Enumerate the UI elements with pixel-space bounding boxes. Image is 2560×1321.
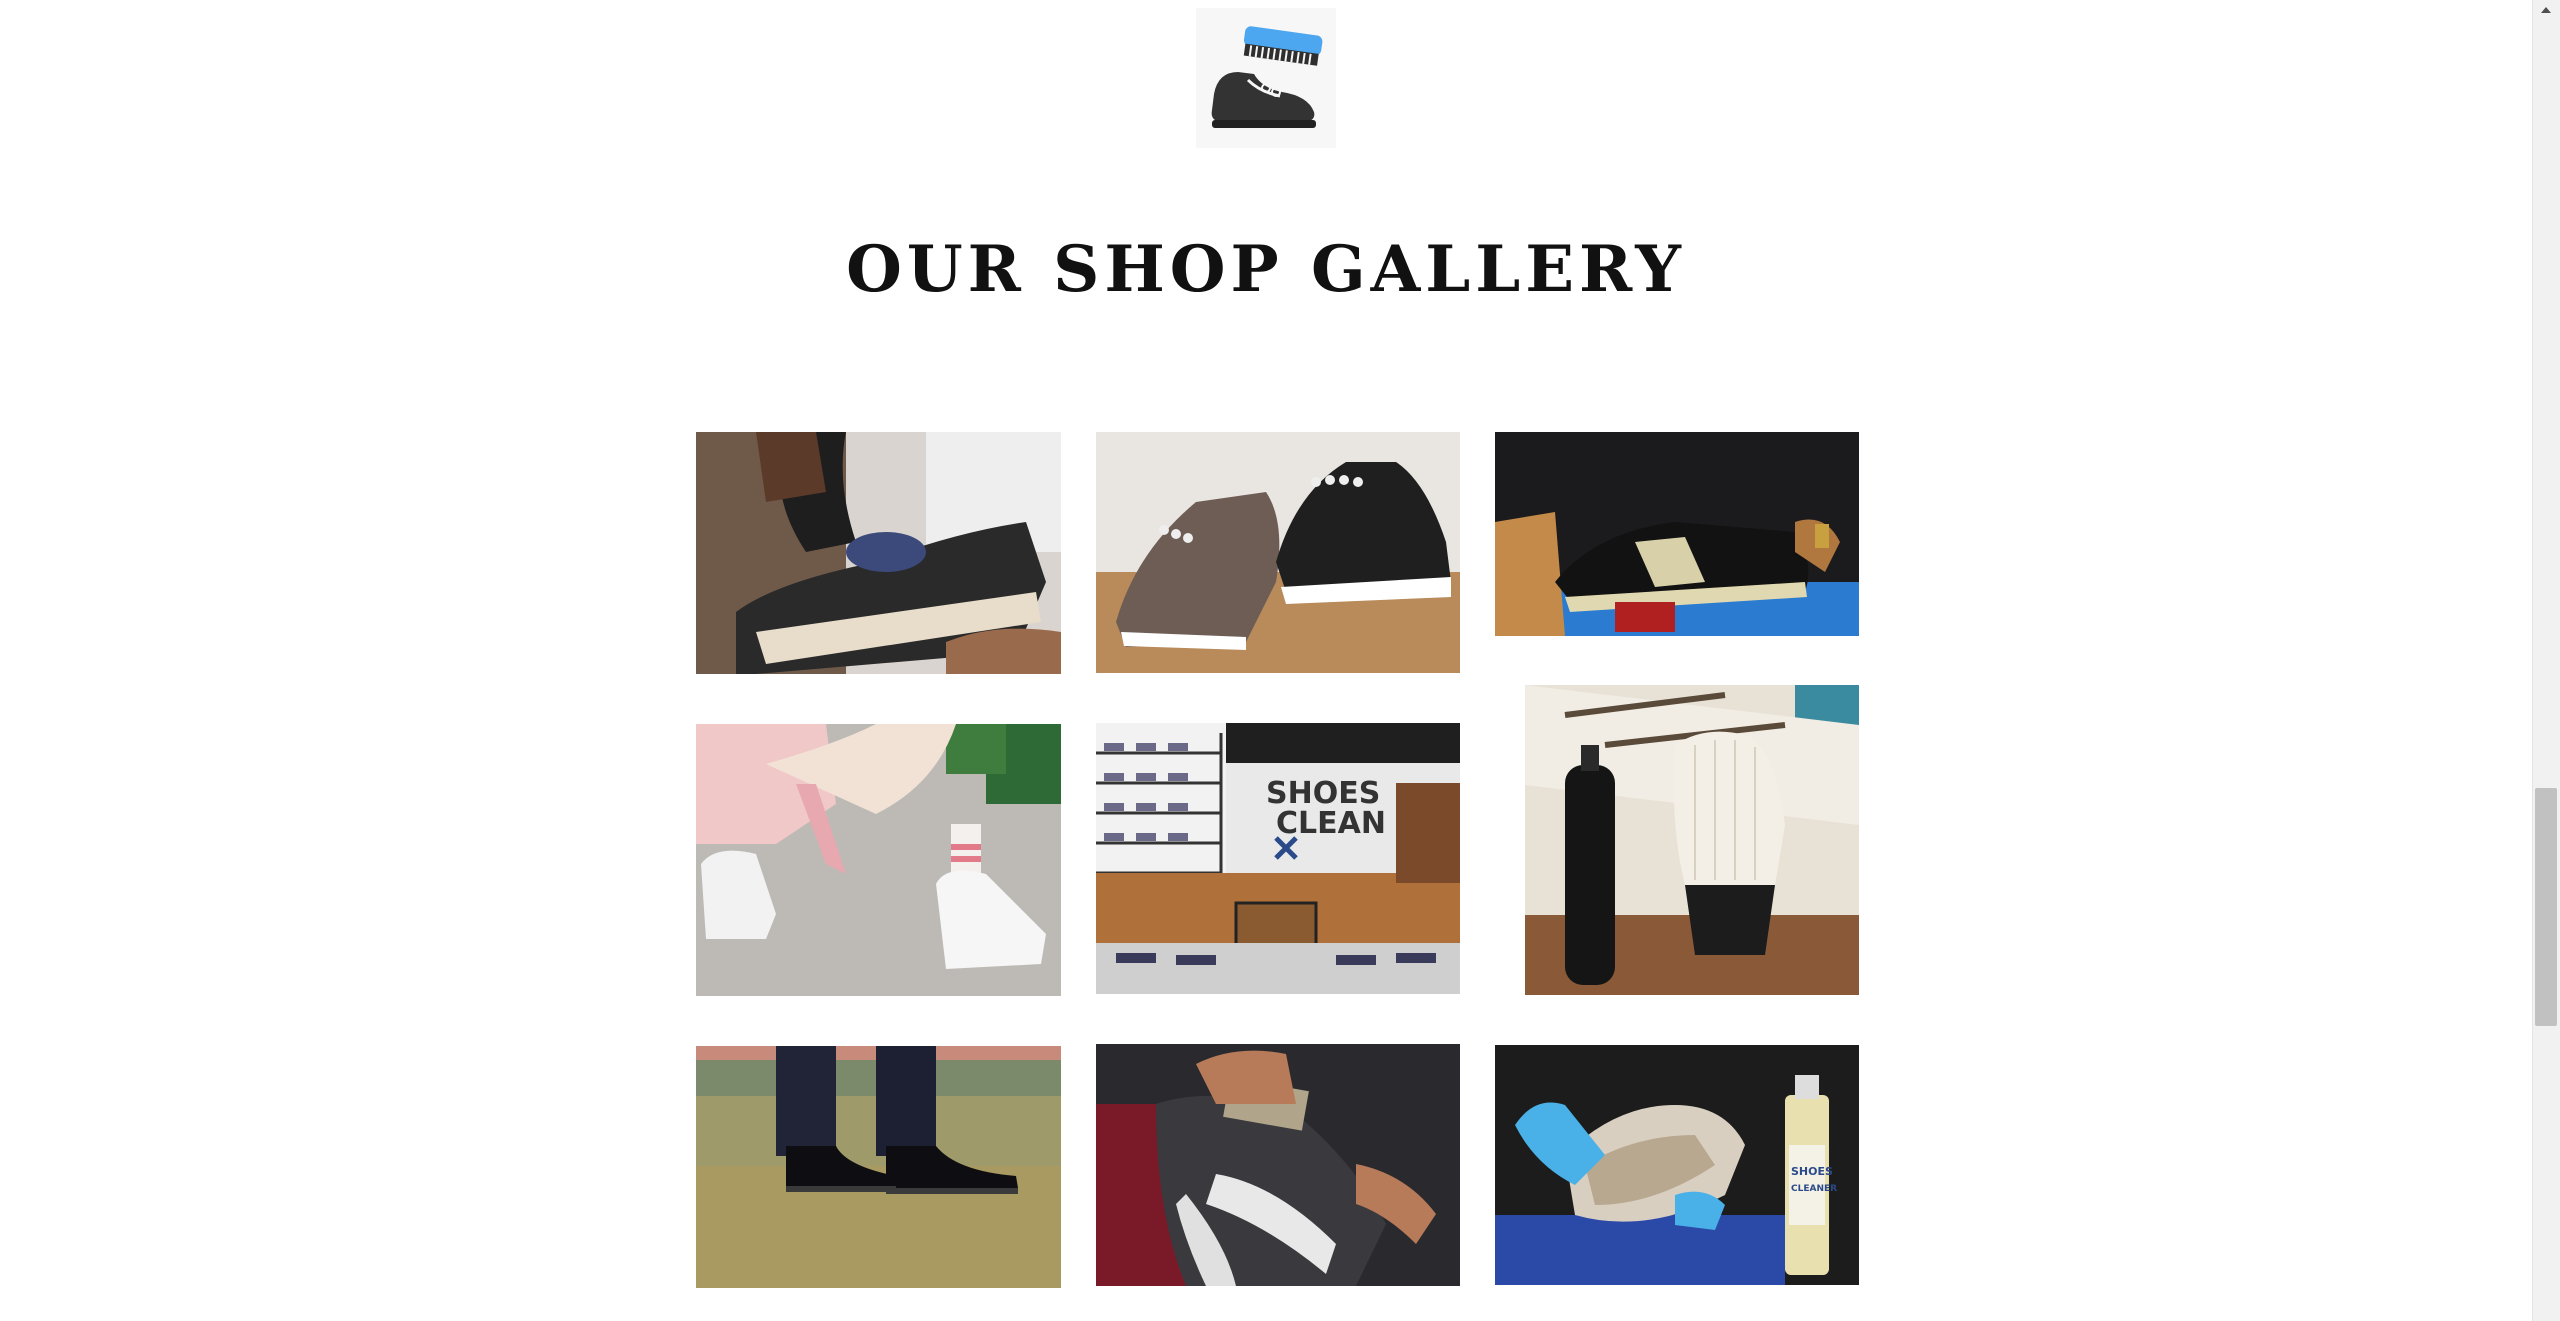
scrollbar-thumb[interactable] (2535, 788, 2557, 1026)
shoe-brush-logo-icon[interactable] (1196, 8, 1336, 148)
gallery-image-sole-cleaning-gloved-hands[interactable]: SHOES CLEANER (1495, 1045, 1859, 1285)
svg-text:CLEAN: CLEAN (1276, 806, 1386, 841)
gallery-image-brushing-running-shoe[interactable] (1096, 1044, 1460, 1286)
svg-text:CLEANER: CLEANER (1791, 1184, 1837, 1194)
gallery-image-brown-and-black-slip-ons[interactable] (1096, 432, 1460, 673)
gallery-image-brushing-black-sneaker[interactable] (1495, 432, 1859, 636)
page-title: OUR SHOP GALLERY (846, 232, 1686, 307)
gallery-image-cleaning-high-top-sneaker[interactable] (696, 432, 1061, 674)
gallery-image-black-dress-shoes-on-grass[interactable] (696, 1046, 1061, 1288)
scroll-up-arrow-icon[interactable] (2532, 0, 2560, 22)
gallery-image-white-chunky-sneakers[interactable] (696, 724, 1061, 996)
vertical-scrollbar[interactable] (2532, 0, 2560, 1321)
gallery-image-cleaner-bottle-and-brush[interactable] (1525, 685, 1859, 995)
gallery-image-shoes-clean-shop-interior[interactable]: SHOES CLEAN (1096, 723, 1460, 994)
page: OUR SHOP GALLERY SHOES CLEAN SHOES CLEAN… (0, 0, 2560, 1321)
svg-text:SHOES: SHOES (1791, 1165, 1833, 1178)
